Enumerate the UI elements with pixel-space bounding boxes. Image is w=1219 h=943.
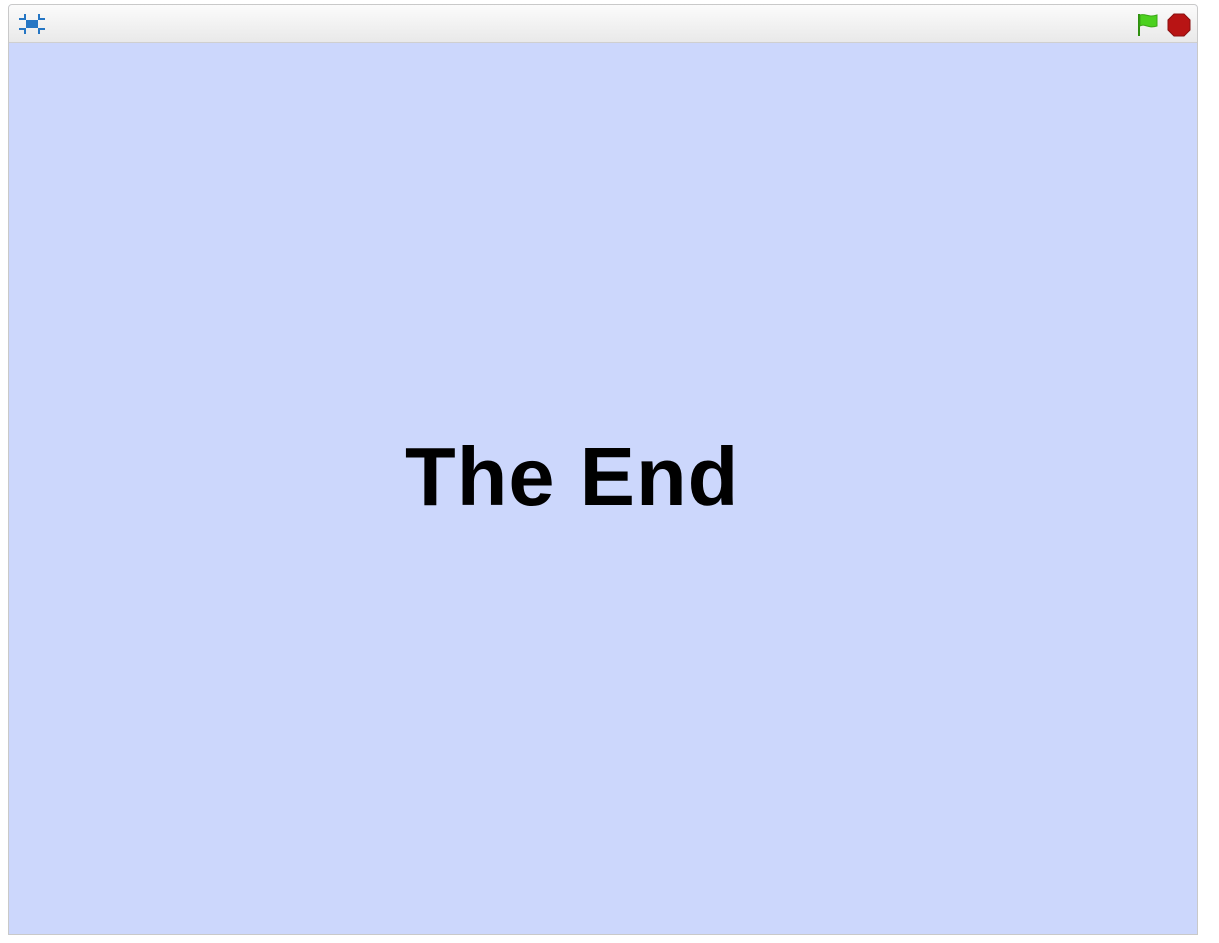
- stage-canvas[interactable]: The End: [9, 43, 1197, 934]
- stop-sign-icon: [1167, 13, 1191, 37]
- green-flag-icon: [1138, 14, 1158, 36]
- fullscreen-button[interactable]: [17, 12, 47, 36]
- player-toolbar: [9, 5, 1197, 43]
- green-flag-button[interactable]: [1135, 12, 1161, 38]
- the-end-text: The End: [405, 430, 740, 523]
- stop-button[interactable]: [1167, 13, 1191, 37]
- fullscreen-icon: [19, 14, 45, 34]
- project-player: The End: [8, 4, 1198, 935]
